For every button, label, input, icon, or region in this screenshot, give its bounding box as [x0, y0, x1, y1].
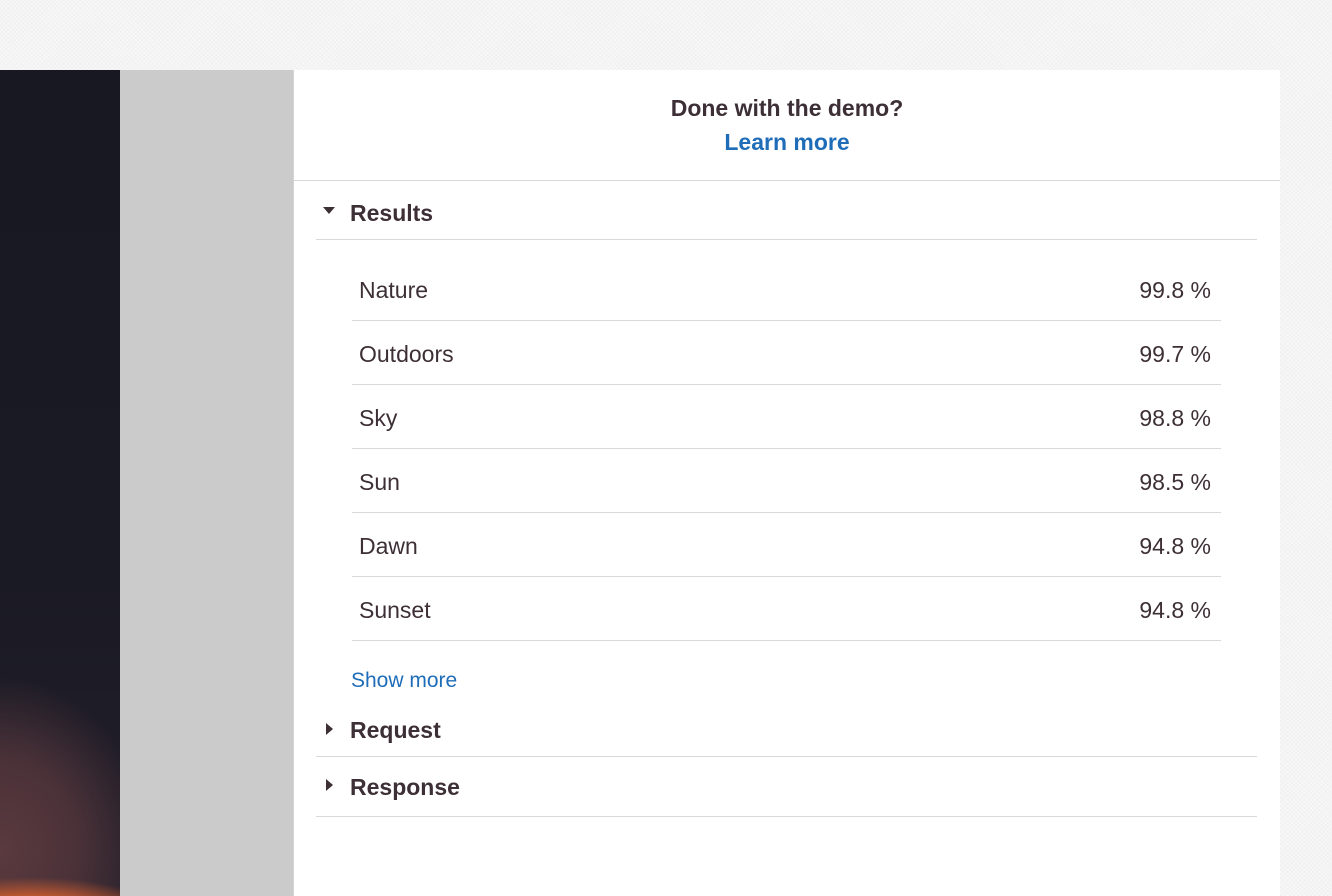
result-confidence: 99.7 % — [1139, 341, 1211, 367]
result-label: Sky — [359, 405, 398, 431]
result-row: Sun 98.5 % — [352, 449, 1221, 513]
preview-image — [0, 70, 120, 896]
learn-more-link[interactable]: Learn more — [724, 128, 849, 156]
result-confidence: 99.8 % — [1139, 277, 1211, 303]
results-header-label: Results — [350, 200, 434, 226]
result-row: Nature 99.8 % — [352, 257, 1221, 321]
result-row: Sunset 94.8 % — [352, 577, 1221, 641]
result-label: Sun — [359, 469, 400, 495]
result-confidence: 94.8 % — [1139, 533, 1211, 559]
request-header-label: Request — [350, 717, 441, 743]
result-confidence: 98.8 % — [1139, 405, 1211, 431]
results-panel: Done with the demo? Learn more Results N… — [293, 70, 1280, 896]
result-label: Nature — [359, 277, 429, 303]
response-section: Response — [316, 757, 1257, 817]
request-section: Request — [316, 709, 1257, 757]
result-row: Sky 98.8 % — [352, 385, 1221, 449]
result-confidence: 94.8 % — [1139, 597, 1211, 623]
result-confidence: 98.5 % — [1139, 469, 1211, 495]
result-label: Dawn — [359, 533, 418, 559]
result-row: Dawn 94.8 % — [352, 513, 1221, 577]
results-header[interactable]: Results — [316, 181, 1257, 240]
results-section: Results Nature 99.8 % Outdoors 99.7 % Sk… — [316, 181, 1257, 694]
demo-banner-title: Done with the demo? — [670, 95, 904, 121]
result-label: Outdoors — [359, 341, 454, 367]
caret-down-icon — [323, 207, 335, 214]
response-header[interactable]: Response — [316, 757, 1257, 817]
request-header[interactable]: Request — [316, 709, 1257, 757]
demo-banner: Done with the demo? Learn more — [294, 70, 1280, 181]
result-row: Outdoors 99.7 % — [352, 321, 1221, 385]
result-label: Sunset — [359, 597, 431, 623]
caret-right-icon — [326, 723, 333, 735]
response-header-label: Response — [350, 774, 460, 800]
image-gallery-strip — [120, 70, 293, 896]
results-list: Nature 99.8 % Outdoors 99.7 % Sky 98.8 %… — [352, 257, 1221, 641]
show-more-link[interactable]: Show more — [351, 668, 457, 694]
caret-right-icon — [326, 779, 333, 791]
